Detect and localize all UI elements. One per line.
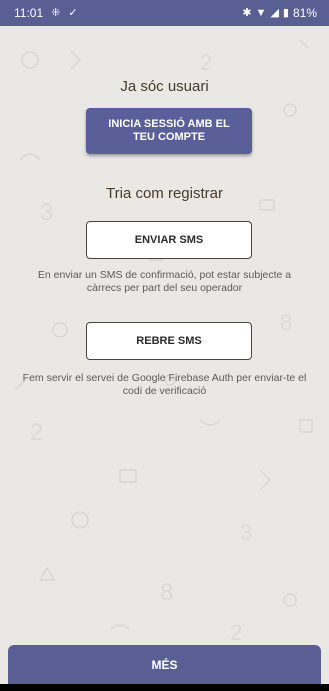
navigation-bar xyxy=(0,684,329,691)
bluetooth-icon: ✱ xyxy=(242,6,252,19)
more-button[interactable]: MÉS xyxy=(8,645,321,684)
receive-sms-note: Fem servir el servei de Google Firebase … xyxy=(22,372,307,397)
grid-icon: ⁜ xyxy=(51,6,61,19)
send-sms-note: En enviar un SMS de confirmació, pot est… xyxy=(37,269,292,294)
receive-sms-button[interactable]: REBRE SMS xyxy=(86,322,252,360)
battery-level: 81% xyxy=(292,6,317,20)
status-time: 11:01 xyxy=(14,6,44,20)
login-heading: Ja sóc usuari xyxy=(120,78,209,95)
send-sms-button[interactable]: ENVIAR SMS xyxy=(86,221,252,259)
battery-icon: ▮ xyxy=(282,6,289,19)
login-button[interactable]: INICIA SESSIÓ AMB EL TEU COMPTE xyxy=(86,108,252,154)
status-bar: 11:01 ⁜ ✓ ✱ ▼ ◢ ▮ 81% xyxy=(0,0,329,26)
download-done-icon: ✓ xyxy=(68,6,78,19)
main-content: Ja sóc usuari INICIA SESSIÓ AMB EL TEU C… xyxy=(0,26,329,646)
signal-icon: ◢ xyxy=(270,6,279,19)
wifi-icon: ▼ xyxy=(255,6,267,19)
register-heading: Tria com registrar xyxy=(106,185,223,202)
